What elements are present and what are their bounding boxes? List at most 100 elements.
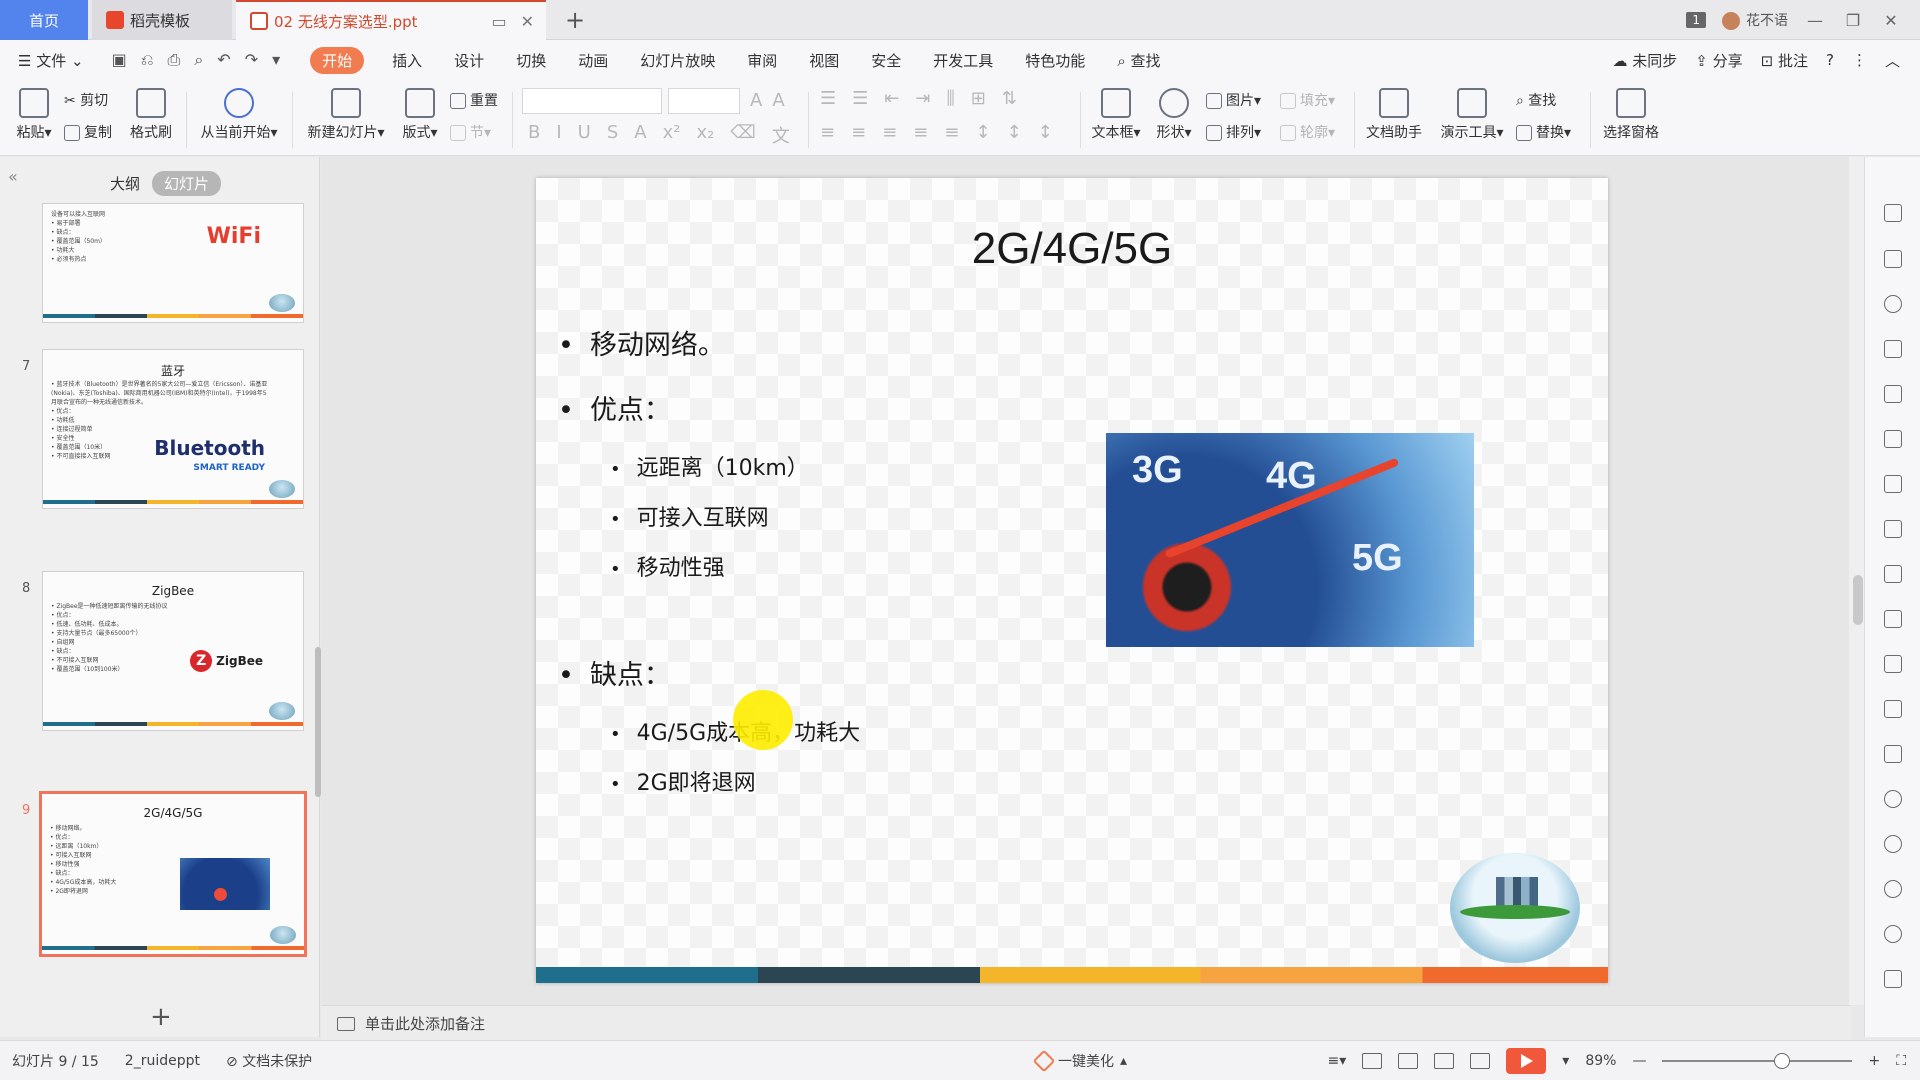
close-window-icon[interactable]: ✕: [1880, 11, 1902, 30]
superscript-icon[interactable]: x²: [663, 122, 681, 148]
menu-search[interactable]: ⌕ 查找: [1117, 50, 1160, 71]
replace-button[interactable]: 替换▾: [1516, 122, 1571, 142]
from-current-button[interactable]: 从当前开始▾: [194, 88, 284, 142]
collapse-panel-icon[interactable]: «: [8, 167, 18, 186]
sync-button[interactable]: ☁ 未同步: [1612, 50, 1677, 71]
scrollbar-thumb[interactable]: [1853, 575, 1863, 625]
output-pdf-icon[interactable]: ⎌: [141, 50, 154, 70]
align-center-icon[interactable]: ≡: [851, 122, 866, 143]
menu-review[interactable]: 审阅: [747, 50, 777, 71]
justify-icon[interactable]: ≡: [913, 122, 928, 143]
download-icon[interactable]: [1884, 790, 1902, 808]
font-color-icon[interactable]: A: [634, 122, 646, 148]
restore-icon[interactable]: ❐: [1842, 11, 1864, 30]
archive-icon[interactable]: [1884, 655, 1902, 673]
slide-sub-bullet[interactable]: 可接入互联网: [610, 500, 769, 532]
distribute-icon[interactable]: ≡: [944, 122, 959, 143]
add-slide-button[interactable]: +: [150, 1002, 172, 1032]
new-slide-button[interactable]: 新建幻灯片▾: [302, 88, 390, 142]
menu-transition[interactable]: 切换: [516, 50, 546, 71]
subscript-icon[interactable]: x₂: [697, 122, 715, 148]
speedometer-image[interactable]: 3G 4G 5G: [1106, 433, 1474, 647]
table-icon[interactable]: [1884, 385, 1902, 403]
picture-icon[interactable]: [1884, 700, 1902, 718]
tab-document[interactable]: 02 无线方案选型.ppt ▭ ✕: [236, 0, 546, 40]
format-painter-button[interactable]: 格式刷: [128, 88, 174, 142]
screen-icon[interactable]: ▭: [491, 12, 506, 31]
line-direction-icon[interactable]: ⇅: [1002, 88, 1017, 109]
tab-template[interactable]: 稻壳模板: [92, 0, 232, 40]
paste-button[interactable]: 粘贴▾: [12, 88, 56, 142]
more-icon[interactable]: ⋮: [1852, 51, 1867, 69]
text-direction-icon[interactable]: ⊞: [971, 88, 986, 109]
slide-thumbnail[interactable]: 设备可以接入互联网 • 易于部署 • 缺点： • 覆盖范围（50m） • 功耗大…: [42, 203, 304, 323]
close-tab-icon[interactable]: ✕: [521, 12, 534, 31]
slide-title[interactable]: 2G/4G/5G: [536, 224, 1608, 274]
slide-thumbnail[interactable]: ZigBee • ZigBee是一种低速短距离传输的无线协议 • 优点： • 低…: [42, 571, 304, 731]
presenter-view-icon[interactable]: [1470, 1053, 1491, 1069]
menu-view[interactable]: 视图: [809, 50, 839, 71]
tab-home[interactable]: 首页: [0, 0, 88, 40]
beautify-button[interactable]: 一键美化 ▴: [1032, 1041, 1127, 1080]
copy-format-icon[interactable]: [1884, 250, 1902, 268]
text-effect-icon[interactable]: 文: [772, 122, 790, 148]
arrange-button[interactable]: 排列▾: [1206, 122, 1261, 142]
bold-icon[interactable]: B: [528, 122, 540, 148]
grid-icon[interactable]: [1884, 430, 1902, 448]
comment-button[interactable]: ⊡ 批注: [1761, 50, 1808, 71]
shapes-icon[interactable]: [1884, 295, 1902, 313]
tab-outline[interactable]: 大纲: [110, 173, 140, 194]
box-icon[interactable]: [1884, 970, 1902, 988]
tab-slides[interactable]: 幻灯片: [152, 171, 222, 196]
help-circle-icon[interactable]: [1884, 880, 1902, 898]
cut-button[interactable]: ✂ 剪切: [64, 90, 108, 110]
slide-sub-bullet[interactable]: 远距离（10km）: [610, 450, 809, 482]
textbox-button[interactable]: 文本框▾: [1088, 88, 1144, 142]
menu-slideshow[interactable]: 幻灯片放映: [640, 50, 715, 71]
save-icon[interactable]: ▣: [112, 50, 127, 70]
menu-animation[interactable]: 动画: [578, 50, 608, 71]
selection-pane-button[interactable]: 选择窗格: [1598, 88, 1664, 142]
slide-bullet[interactable]: 缺点：: [558, 653, 671, 692]
slide-bullet[interactable]: 优点：: [558, 388, 671, 427]
help-icon[interactable]: ?: [1826, 51, 1834, 69]
menu-developer[interactable]: 开发工具: [933, 50, 993, 71]
italic-icon[interactable]: I: [556, 122, 561, 148]
align-right-icon[interactable]: ≡: [882, 122, 897, 143]
new-tab-button[interactable]: +: [565, 6, 585, 34]
fit-window-icon[interactable]: ⛶: [1896, 1053, 1906, 1069]
notes-toggle-icon[interactable]: ≡▾: [1328, 1053, 1347, 1069]
find-button[interactable]: ⌕ 查找: [1516, 90, 1556, 110]
reset-button[interactable]: 重置: [450, 90, 498, 110]
menu-features[interactable]: 特色功能: [1025, 50, 1085, 71]
zoom-out-icon[interactable]: —: [1632, 1053, 1646, 1069]
redo-icon[interactable]: ↷: [245, 50, 258, 70]
slide-thumbnail[interactable]: 蓝牙 • 蓝牙技术（Bluetooth）是世界著名的5家大公司—爱立信（Eric…: [42, 349, 304, 509]
zoom-slider[interactable]: [1662, 1053, 1853, 1069]
notes-area[interactable]: 单击此处添加备注: [321, 1005, 1851, 1041]
indent-icon[interactable]: ⇥: [915, 88, 930, 109]
menu-file[interactable]: ☰ 文件 ⌄: [18, 50, 84, 71]
outdent-icon[interactable]: ⇤: [884, 88, 899, 109]
copy-button[interactable]: 复制: [64, 122, 112, 142]
play-options-icon[interactable]: ▾: [1562, 1053, 1569, 1069]
print-preview-icon[interactable]: ⌕: [194, 50, 203, 70]
bullet-list-icon[interactable]: ☰: [820, 88, 836, 109]
vertical-align-icon[interactable]: ↕: [1038, 122, 1053, 143]
slide-canvas[interactable]: 2G/4G/5G 移动网络。 优点： 远距离（10km） 可接入互联网 移动性强…: [536, 178, 1608, 983]
zoom-in-icon[interactable]: +: [1868, 1053, 1880, 1069]
sorter-view-icon[interactable]: [1398, 1053, 1419, 1069]
underline-icon[interactable]: U: [578, 122, 591, 148]
slide-bullet[interactable]: 移动网络。: [558, 323, 725, 362]
reading-view-icon[interactable]: [1434, 1053, 1455, 1069]
image-gallery-icon[interactable]: [1884, 565, 1902, 583]
history-icon[interactable]: [1884, 835, 1902, 853]
play-slideshow-button[interactable]: [1506, 1048, 1547, 1074]
doc-helper-button[interactable]: 文档助手: [1362, 88, 1426, 142]
strikethrough-icon[interactable]: S: [607, 122, 618, 148]
layout-button[interactable]: 版式▾: [398, 88, 442, 142]
menu-security[interactable]: 安全: [871, 50, 901, 71]
columns-icon[interactable]: ⫼: [946, 88, 954, 109]
settings-sliders-icon[interactable]: [1884, 520, 1902, 538]
slide-sub-bullet[interactable]: 移动性强: [610, 550, 725, 582]
